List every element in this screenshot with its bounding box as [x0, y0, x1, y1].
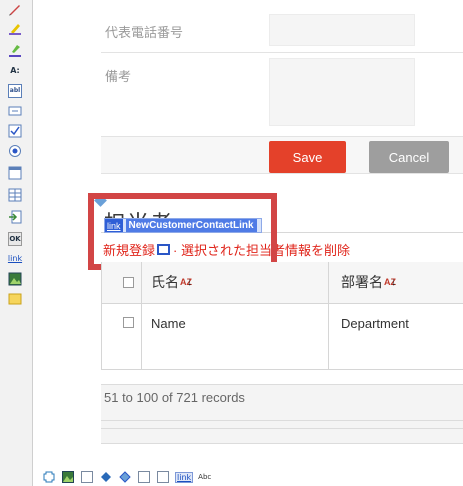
import-icon[interactable] — [8, 210, 22, 224]
label-icon[interactable]: Abc — [198, 473, 211, 481]
column-header-name[interactable]: 氏名 AZ ↓ — [151, 272, 193, 292]
note-icon[interactable] — [8, 292, 22, 306]
divider — [101, 52, 463, 53]
table-row[interactable] — [101, 304, 463, 370]
sort-icon[interactable]: AZ ↓ — [384, 277, 397, 288]
grid-line — [141, 262, 142, 370]
box-icon[interactable] — [156, 471, 170, 483]
phone-label: 代表電話番号 — [105, 25, 184, 40]
link-name-label: NewCustomerContactLink — [125, 219, 257, 232]
cancel-button[interactable]: Cancel — [369, 141, 449, 173]
select-all-checkbox[interactable] — [123, 277, 134, 288]
textbox-icon[interactable]: abl — [8, 84, 22, 98]
textbox-icon-label: abl — [9, 87, 21, 94]
text-format-icon[interactable]: A: — [8, 64, 22, 78]
column-header-name-label: 氏名 — [151, 274, 179, 290]
cell-department: Department — [341, 316, 409, 331]
box-icon[interactable] — [137, 471, 151, 483]
window-icon[interactable] — [8, 166, 22, 180]
column-header-department-label: 部署名 — [341, 274, 383, 290]
cell-name: Name — [151, 316, 186, 331]
grid-line — [101, 262, 102, 370]
diamond-outline-icon[interactable] — [118, 471, 132, 483]
delete-selected-link[interactable]: · 選択された担当者情報を削除 — [173, 240, 350, 259]
link-icon[interactable]: link — [8, 252, 22, 266]
image-icon[interactable] — [8, 272, 22, 286]
notes-label: 備考 — [105, 69, 132, 84]
image-icon[interactable] — [61, 471, 75, 483]
component-icon[interactable] — [42, 471, 56, 483]
footer-divider — [101, 428, 463, 429]
link-badge: link — [105, 219, 123, 232]
grid-line — [328, 262, 329, 370]
table-icon[interactable] — [8, 188, 22, 202]
anchor-diamond-icon[interactable] — [94, 194, 107, 207]
highlighter-icon[interactable] — [8, 22, 22, 36]
footer-divider — [101, 420, 463, 421]
sort-icon[interactable]: AZ ↓ — [180, 277, 193, 288]
row-checkbox[interactable] — [123, 317, 134, 328]
checkbox-icon[interactable] — [8, 124, 22, 138]
bottom-palette: link Abc — [42, 470, 211, 484]
action-row: 新規登録 · 選択された担当者情報を削除 — [103, 240, 350, 259]
diamond-icon[interactable] — [99, 471, 113, 483]
ok-button-icon[interactable]: OK — [8, 232, 22, 246]
phone-field[interactable] — [269, 14, 415, 46]
toolbox-panel: A: abl OK link — [0, 0, 33, 486]
record-count: 51 to 100 of 721 records — [104, 390, 245, 405]
radio-icon[interactable] — [8, 144, 22, 158]
brush-icon[interactable] — [8, 44, 22, 58]
box-icon[interactable] — [80, 471, 94, 483]
new-contact-link[interactable]: link NewCustomerContactLink — [104, 218, 262, 233]
save-button[interactable]: Save — [269, 141, 346, 173]
new-register-link[interactable]: 新規登録 — [103, 240, 155, 259]
column-header-department[interactable]: 部署名 AZ ↓ — [341, 272, 397, 292]
pen-icon[interactable] — [8, 2, 22, 16]
link-icon[interactable]: link — [175, 471, 194, 483]
input-field-icon[interactable] — [8, 104, 22, 118]
window-icon — [157, 244, 171, 255]
notes-field[interactable] — [269, 58, 415, 126]
